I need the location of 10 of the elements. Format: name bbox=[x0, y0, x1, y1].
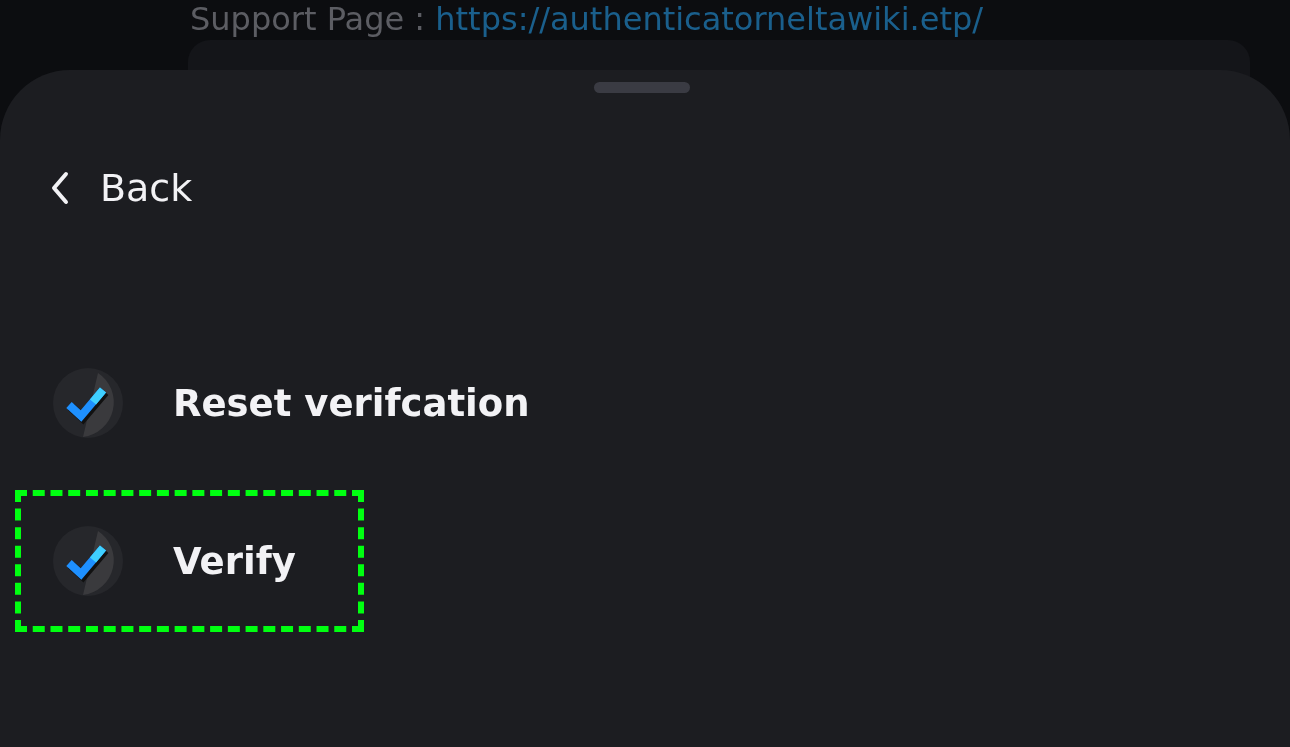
menu-item-label: Verify bbox=[173, 539, 296, 583]
chevron-left-icon bbox=[50, 171, 70, 205]
menu-item-label: Reset verifcation bbox=[173, 381, 530, 425]
highlighted-menu-item[interactable]: Verify bbox=[15, 490, 364, 632]
drag-handle[interactable] bbox=[594, 82, 690, 93]
support-page-text: Support Page : https://authenticatorneltawiki.etp/ bbox=[190, 2, 983, 38]
checkmark-icon bbox=[53, 526, 123, 596]
back-button[interactable]: Back bbox=[50, 166, 193, 210]
checkmark-icon bbox=[53, 368, 123, 438]
menu-item[interactable]: Reset verifcation bbox=[15, 332, 598, 474]
